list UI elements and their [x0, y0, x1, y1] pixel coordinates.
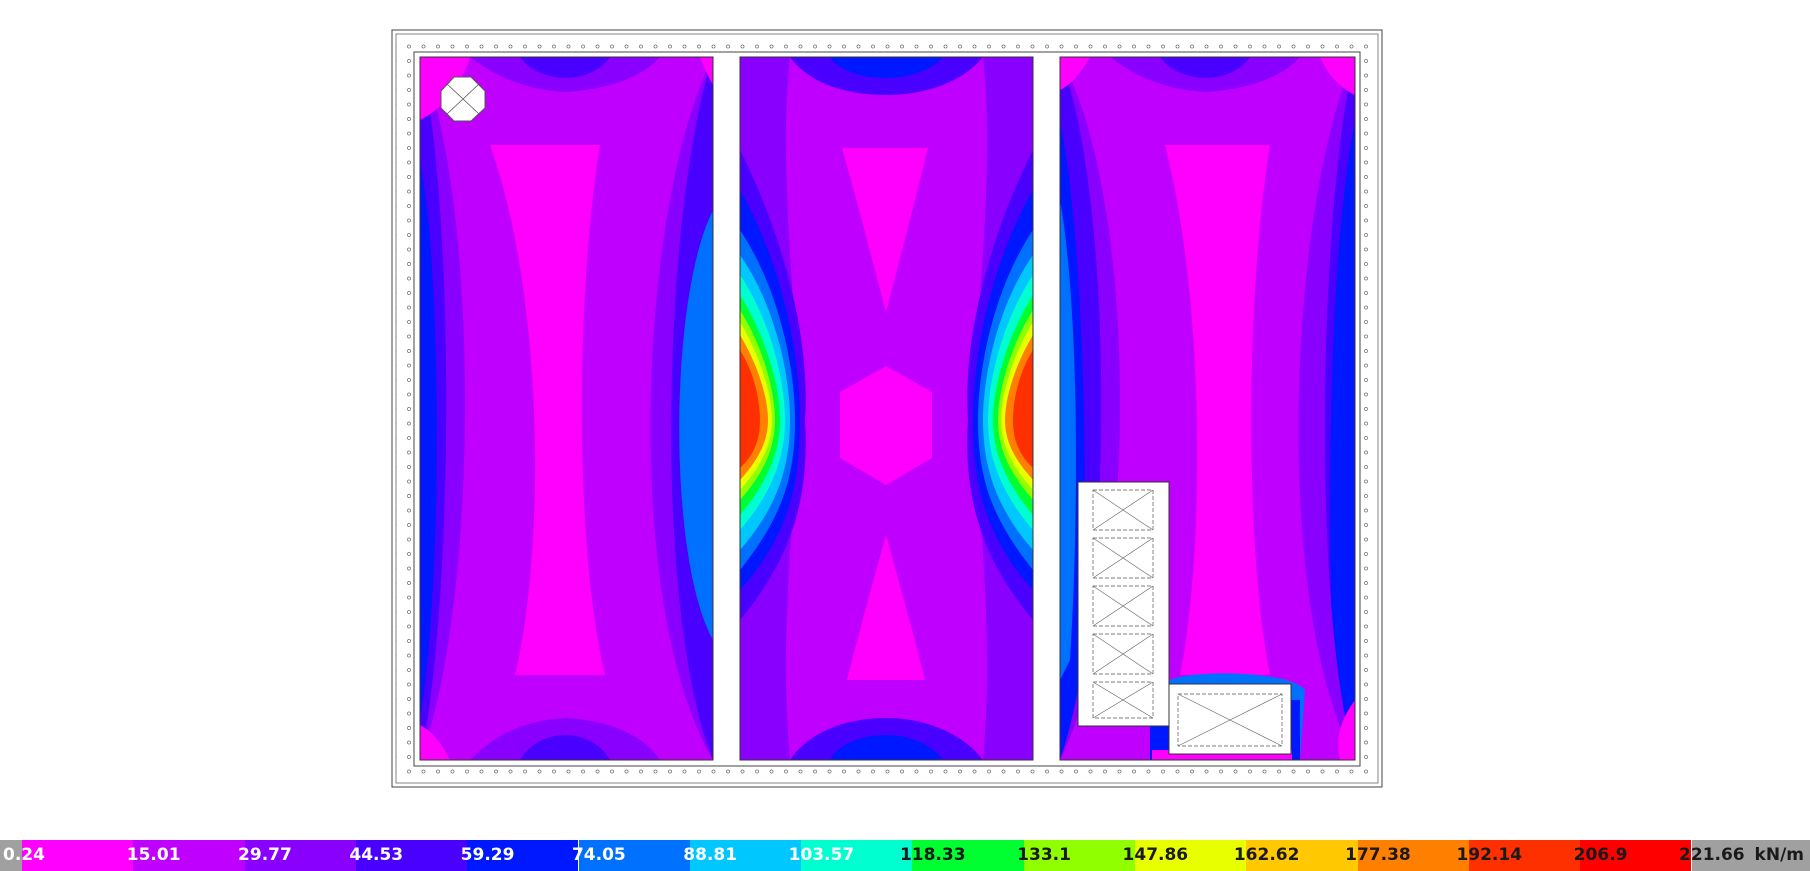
legend-unit: kN/m — [1754, 845, 1804, 865]
color-legend: 0.24 15.01 29.77 44.53 59.29 74.05 88.81 103.57… — [0, 840, 1810, 871]
panel-middle — [740, 57, 1033, 760]
legend-tick-label: 177.38 — [1345, 845, 1411, 865]
legend-tick-label: 206.9 — [1573, 845, 1628, 865]
legend-tick-label: 59.29 — [460, 845, 515, 865]
panel-left — [420, 57, 713, 760]
elevator-core — [1168, 683, 1292, 755]
legend-tick-label: 133.1 — [1017, 845, 1071, 865]
contour-plot — [391, 29, 1383, 788]
legend-tick-label: 29.77 — [238, 845, 292, 865]
legend-tick-label: 192.14 — [1456, 845, 1523, 865]
legend-tick-label: 118.33 — [899, 845, 966, 865]
legend-tick-label: 103.57 — [788, 845, 855, 865]
legend-tick-label: 0.24 — [3, 845, 45, 865]
legend-tick-label: 44.53 — [349, 845, 404, 865]
legend-tick-label: 162.62 — [1233, 845, 1300, 865]
legend-tick-label: 147.86 — [1122, 845, 1189, 865]
legend-tick-label: 221.66 — [1679, 845, 1745, 865]
legend-tick-label: 15.01 — [126, 845, 181, 865]
legend-tick-label: 74.05 — [571, 845, 626, 865]
stair-core — [1077, 481, 1170, 727]
legend-tick-label: 88.81 — [683, 845, 738, 865]
